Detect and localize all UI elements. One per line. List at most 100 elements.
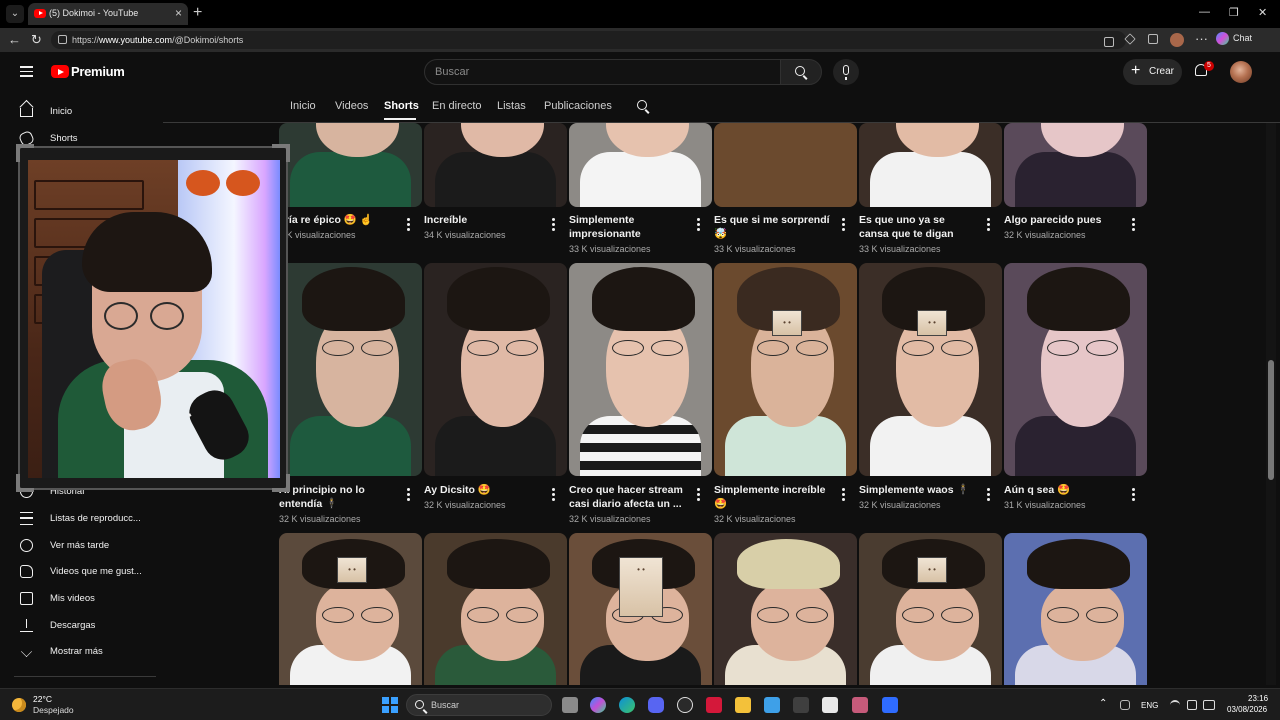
short-title[interactable]: Es que uno ya se cansa que te digan esta… (859, 213, 977, 241)
weather-description[interactable]: Despejado (33, 705, 74, 715)
short-card[interactable] (859, 533, 1002, 685)
more-actions-icon[interactable] (838, 218, 848, 234)
scrollbar-thumb[interactable] (1268, 360, 1274, 480)
edge-browser-icon[interactable] (619, 697, 635, 713)
browser-profile-avatar[interactable] (1170, 33, 1184, 47)
short-card[interactable]: Algo parecido pues 32 K visualizaciones (1004, 123, 1147, 256)
more-actions-icon[interactable] (693, 218, 703, 234)
reload-icon[interactable]: ↻ (31, 32, 42, 48)
valorant-icon[interactable] (852, 697, 868, 713)
site-info-icon[interactable] (58, 35, 67, 44)
clock-time[interactable]: 23:16 (1248, 694, 1268, 703)
short-title[interactable]: Increíble (424, 213, 542, 227)
short-thumbnail[interactable] (714, 533, 857, 685)
short-thumbnail[interactable] (424, 123, 567, 207)
favorites-bar-icon[interactable] (1148, 34, 1158, 44)
short-card[interactable]: Aún q sea 🤩 31 K visualizaciones (1004, 263, 1147, 526)
file-explorer-icon[interactable] (735, 697, 751, 713)
short-title[interactable]: Simplemente impresionante (569, 213, 687, 241)
short-thumbnail[interactable] (714, 123, 857, 207)
tab-inicio[interactable]: Inicio (290, 100, 316, 112)
more-actions-icon[interactable] (983, 488, 993, 504)
app-gear-icon[interactable] (793, 697, 809, 713)
short-title[interactable]: Es que si me sorprendí 🤯 (714, 213, 832, 241)
app-m-icon[interactable] (706, 697, 722, 713)
account-avatar[interactable] (1230, 61, 1252, 83)
short-card[interactable]: Simplemente impresionante 33 K visualizac… (569, 123, 712, 256)
short-card[interactable]: Al principio no lo entendía 🕴️ 32 K visua… (279, 263, 422, 526)
clock-date[interactable]: 03/08/2026 (1227, 705, 1267, 714)
browser-more-icon[interactable]: ··· (1195, 31, 1208, 47)
weather-temperature[interactable]: 22°C (33, 694, 52, 704)
more-actions-icon[interactable] (1128, 488, 1138, 504)
short-title[interactable]: Aún q sea 🤩 (1004, 483, 1122, 497)
short-thumbnail[interactable] (424, 263, 567, 476)
short-card[interactable]: Simplemente increíble 🤩 32 K visualizacio… (714, 263, 857, 526)
language-indicator[interactable]: ENG (1141, 701, 1158, 710)
browser-tab-active[interactable]: (5) Dokimoi - YouTube × (28, 3, 188, 25)
short-thumbnail[interactable] (569, 263, 712, 476)
channel-search-button[interactable] (636, 100, 650, 114)
sidebar-item-ver-mas-tarde[interactable]: Ver más tarde (14, 535, 164, 557)
youtube-logo-icon[interactable] (51, 65, 69, 78)
short-card[interactable]: ería re épico 🤩 ☝️ 5 K visualizaciones (279, 123, 422, 256)
voice-search-button[interactable] (833, 59, 859, 85)
short-thumbnail[interactable] (279, 123, 422, 207)
tab-listas[interactable]: Listas (497, 100, 526, 112)
tab-shorts[interactable]: Shorts (384, 100, 419, 112)
favorite-star-icon[interactable] (1124, 33, 1136, 45)
short-card[interactable] (714, 533, 857, 685)
create-button[interactable]: + Crear (1123, 59, 1182, 85)
more-actions-icon[interactable] (403, 488, 413, 504)
short-thumbnail[interactable] (279, 533, 422, 685)
windows-start-icon[interactable] (382, 697, 398, 713)
more-actions-icon[interactable] (548, 218, 558, 234)
task-view-icon[interactable] (562, 697, 578, 713)
more-actions-icon[interactable] (1128, 218, 1138, 234)
short-title[interactable]: Creo que hacer stream casi diario afecta… (569, 483, 687, 511)
short-card[interactable] (424, 533, 567, 685)
sidebar-item-videos-que-me-gustan[interactable]: Videos que me gust... (14, 561, 164, 583)
weather-moon-icon[interactable] (12, 698, 26, 712)
short-thumbnail[interactable] (1004, 263, 1147, 476)
short-card[interactable]: Es que uno ya se cansa que te digan esta… (859, 123, 1002, 256)
more-actions-icon[interactable] (838, 488, 848, 504)
discord-icon[interactable] (648, 697, 664, 713)
sidebar-item-mostrar-mas[interactable]: Mostrar más (14, 641, 164, 663)
webcam-overlay[interactable] (16, 144, 290, 492)
short-title[interactable]: Al principio no lo entendía 🕴️ (279, 483, 397, 511)
app-blue-icon[interactable] (882, 697, 898, 713)
wifi-icon[interactable] (1170, 700, 1180, 710)
vegas-icon[interactable] (764, 697, 780, 713)
short-thumbnail[interactable] (569, 533, 712, 685)
tray-overflow-chevron-icon[interactable]: ⌃ (1099, 698, 1107, 709)
short-card[interactable]: Increíble 34 K visualizaciones (424, 123, 567, 256)
tab-actions-menu-icon[interactable]: ⌄ (6, 5, 24, 23)
minimize-window-icon[interactable]: — (1199, 6, 1210, 18)
copilot-chat-button[interactable]: Chat (1216, 32, 1252, 45)
short-title[interactable]: Ay Dicsito 🤩 (424, 483, 542, 497)
more-actions-icon[interactable] (548, 488, 558, 504)
short-card[interactable] (279, 533, 422, 685)
tab-close-icon[interactable]: × (175, 6, 182, 20)
restore-window-icon[interactable]: ❐ (1229, 6, 1239, 19)
short-thumbnail[interactable] (714, 263, 857, 476)
short-title[interactable]: Simplemente waos 🕴️ (859, 483, 977, 497)
short-thumbnail[interactable] (569, 123, 712, 207)
close-window-icon[interactable]: ✕ (1258, 6, 1267, 19)
search-button[interactable] (780, 59, 822, 85)
short-thumbnail[interactable] (859, 123, 1002, 207)
youtube-premium-logo-text[interactable]: Premium (71, 64, 125, 79)
app-available-icon[interactable] (1104, 37, 1114, 47)
short-card[interactable] (569, 533, 712, 685)
short-thumbnail[interactable] (1004, 123, 1147, 207)
guide-menu-icon[interactable] (20, 66, 33, 77)
volume-icon[interactable] (1187, 700, 1197, 710)
sidebar-item-mis-videos[interactable]: Mis videos (14, 588, 164, 610)
short-card[interactable]: Creo que hacer stream casi diario afecta… (569, 263, 712, 526)
capcut-icon[interactable] (822, 697, 838, 713)
short-thumbnail[interactable] (859, 533, 1002, 685)
short-thumbnail[interactable] (424, 533, 567, 685)
tab-videos[interactable]: Videos (335, 100, 368, 112)
new-tab-button[interactable]: + (193, 3, 202, 23)
